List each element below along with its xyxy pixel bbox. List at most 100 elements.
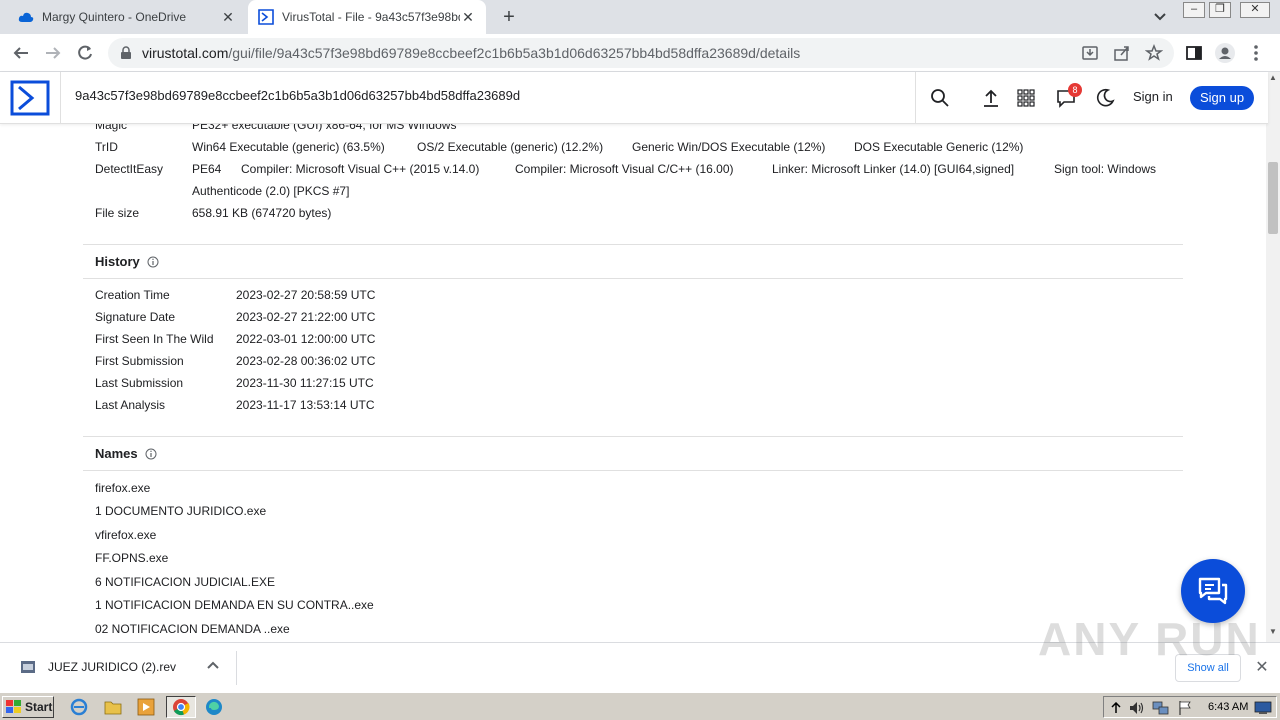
notifications-chat-icon[interactable]: 8 bbox=[1054, 83, 1082, 110]
file-icon bbox=[20, 659, 36, 675]
download-file-name[interactable]: JUEZ JURIDICO (2).rev bbox=[48, 660, 176, 674]
reload-icon[interactable] bbox=[74, 42, 96, 64]
restore-icon[interactable]: ❐ bbox=[1209, 2, 1231, 18]
tab-close-icon[interactable]: ✕ bbox=[220, 9, 236, 25]
browser-tab-strip: Margy Quintero - OneDrive ✕ VirusTotal -… bbox=[0, 0, 1280, 34]
info-icon[interactable] bbox=[145, 448, 157, 460]
scroll-up-arrow-icon[interactable]: ▲ bbox=[1269, 74, 1277, 82]
tab-onedrive[interactable]: Margy Quintero - OneDrive ✕ bbox=[8, 0, 246, 34]
window-close-icon[interactable]: ✕ bbox=[1240, 2, 1270, 18]
edge-icon[interactable] bbox=[205, 698, 223, 716]
tab-title: VirusTotal - File - 9a43c57f3e98bd69 bbox=[282, 10, 460, 24]
section-divider bbox=[83, 436, 1183, 437]
tray-expand-arrow-icon[interactable] bbox=[1110, 699, 1122, 717]
chrome-icon bbox=[173, 699, 190, 716]
die-value: Sign tool: Windows bbox=[1054, 162, 1157, 176]
chrome-taskbar-button[interactable] bbox=[166, 696, 196, 718]
history-label: Creation Time bbox=[95, 288, 170, 302]
system-tray bbox=[1103, 696, 1277, 718]
history-value: 2023-02-27 21:22:00 UTC bbox=[236, 310, 376, 324]
flag-icon[interactable] bbox=[1176, 699, 1194, 717]
volume-icon[interactable] bbox=[1128, 699, 1146, 717]
details-content: Magic PE32+ executable (GUI) x86-64, for… bbox=[0, 124, 1266, 642]
address-bar[interactable]: virustotal.com/gui/file/9a43c57f3e98bd69… bbox=[108, 38, 1174, 68]
trid-value: Win64 Executable (generic) (63.5%) bbox=[192, 140, 385, 154]
onedrive-cloud-icon bbox=[18, 9, 34, 25]
notification-badge: 8 bbox=[1068, 83, 1082, 97]
share-icon[interactable] bbox=[1112, 43, 1132, 63]
history-label: First Submission bbox=[95, 354, 184, 368]
search-icon[interactable] bbox=[928, 86, 952, 110]
tab-close-icon[interactable]: ✕ bbox=[460, 9, 476, 25]
history-value: 2023-02-28 00:36:02 UTC bbox=[236, 354, 376, 368]
file-explorer-icon[interactable] bbox=[104, 698, 122, 716]
chevron-up-icon[interactable] bbox=[205, 658, 221, 674]
history-value: 2023-02-27 20:58:59 UTC bbox=[236, 288, 376, 302]
history-value: 2023-11-30 11:27:15 UTC bbox=[236, 376, 374, 390]
scroll-down-arrow-icon[interactable]: ▼ bbox=[1269, 628, 1277, 636]
magic-label: Magic bbox=[95, 124, 128, 132]
upload-icon[interactable] bbox=[979, 86, 1003, 110]
list-item: 1 DOCUMENTO JURIDICO.exe bbox=[95, 504, 267, 518]
list-item: 02 NOTIFICACION DEMANDA ..exe bbox=[95, 622, 290, 636]
browser-menu-icon[interactable] bbox=[1246, 43, 1266, 63]
profile-avatar-icon[interactable] bbox=[1215, 43, 1235, 63]
virustotal-header: 9a43c57f3e98bd69789e8ccbeef2c1b6b5a3b1d0… bbox=[0, 72, 1268, 124]
scrollbar-thumb[interactable] bbox=[1268, 162, 1278, 234]
show-desktop-icon[interactable] bbox=[1254, 699, 1272, 717]
chat-bubbles-icon bbox=[1198, 577, 1228, 605]
apps-grid-icon[interactable] bbox=[1014, 86, 1038, 110]
back-arrow-icon[interactable] bbox=[10, 42, 32, 64]
die-value: PE64 bbox=[192, 162, 222, 176]
sign-up-button[interactable]: Sign up bbox=[1190, 86, 1254, 110]
tab-title: Margy Quintero - OneDrive bbox=[42, 10, 187, 24]
list-item: 6 NOTIFICACION JUDICIAL.EXE bbox=[95, 575, 276, 589]
lock-icon[interactable] bbox=[120, 46, 134, 60]
die-value-continued: Authenticode (2.0) [PKCS #7] bbox=[192, 184, 350, 198]
header-divider bbox=[60, 72, 61, 124]
list-item: 1 NOTIFICACION DEMANDA EN SU CONTRA..exe bbox=[95, 598, 374, 612]
list-item: firefox.exe bbox=[95, 481, 151, 495]
magic-value: PE32+ executable (GUI) x86-64, for MS Wi… bbox=[192, 124, 457, 132]
forward-arrow-icon[interactable] bbox=[42, 42, 64, 64]
download-divider bbox=[236, 651, 237, 685]
names-title-text: Names bbox=[95, 446, 138, 461]
url-path: /gui/file/9a43c57f3e98bd69789e8ccbeef2c1… bbox=[228, 45, 801, 61]
history-section-title: History bbox=[95, 254, 159, 269]
network-icon[interactable] bbox=[1152, 699, 1170, 717]
side-panel-icon[interactable] bbox=[1184, 43, 1204, 63]
list-item: vfirefox.exe bbox=[95, 528, 157, 542]
install-app-icon[interactable] bbox=[1080, 43, 1100, 63]
history-label: Signature Date bbox=[95, 310, 176, 324]
info-icon[interactable] bbox=[147, 256, 159, 268]
page-scrollbar[interactable]: ▲ ▼ bbox=[1266, 72, 1280, 642]
dark-mode-moon-icon[interactable] bbox=[1093, 86, 1117, 110]
windows-taskbar: Start 6:43 AM bbox=[0, 692, 1280, 720]
die-value: Compiler: Microsoft Visual C++ (2015 v.1… bbox=[241, 162, 480, 176]
detectiteasy-label: DetectItEasy bbox=[95, 162, 164, 176]
new-tab-plus-icon[interactable]: + bbox=[498, 6, 520, 28]
trid-value: OS/2 Executable (generic) (12.2%) bbox=[417, 140, 604, 154]
section-divider bbox=[83, 244, 1183, 245]
start-label: Start bbox=[25, 700, 53, 714]
history-label: Last Submission bbox=[95, 376, 184, 390]
media-player-icon[interactable] bbox=[137, 698, 155, 716]
vt-search-input[interactable]: 9a43c57f3e98bd69789e8ccbeef2c1b6b5a3b1d0… bbox=[75, 88, 520, 103]
header-divider bbox=[915, 72, 916, 124]
trid-label: TrID bbox=[95, 140, 118, 154]
start-button[interactable]: Start bbox=[2, 696, 54, 718]
section-divider bbox=[83, 278, 1183, 279]
names-section-title: Names bbox=[95, 446, 157, 461]
tab-virustotal[interactable]: VirusTotal - File - 9a43c57f3e98bd69 ✕ bbox=[248, 0, 486, 34]
virustotal-logo-icon[interactable] bbox=[10, 80, 50, 116]
bookmark-star-icon[interactable] bbox=[1144, 43, 1164, 63]
sign-in-link[interactable]: Sign in bbox=[1133, 89, 1173, 104]
history-label: Last Analysis bbox=[95, 398, 166, 412]
tab-search-chevron-icon[interactable] bbox=[1150, 8, 1170, 26]
minimize-icon[interactable]: – bbox=[1183, 2, 1205, 18]
virustotal-logo-icon bbox=[258, 9, 274, 25]
internet-explorer-icon[interactable] bbox=[70, 698, 88, 716]
file-size-value: 658.91 KB (674720 bytes) bbox=[192, 206, 332, 220]
url-host: virustotal.com bbox=[142, 45, 229, 61]
history-title-text: History bbox=[95, 254, 140, 269]
